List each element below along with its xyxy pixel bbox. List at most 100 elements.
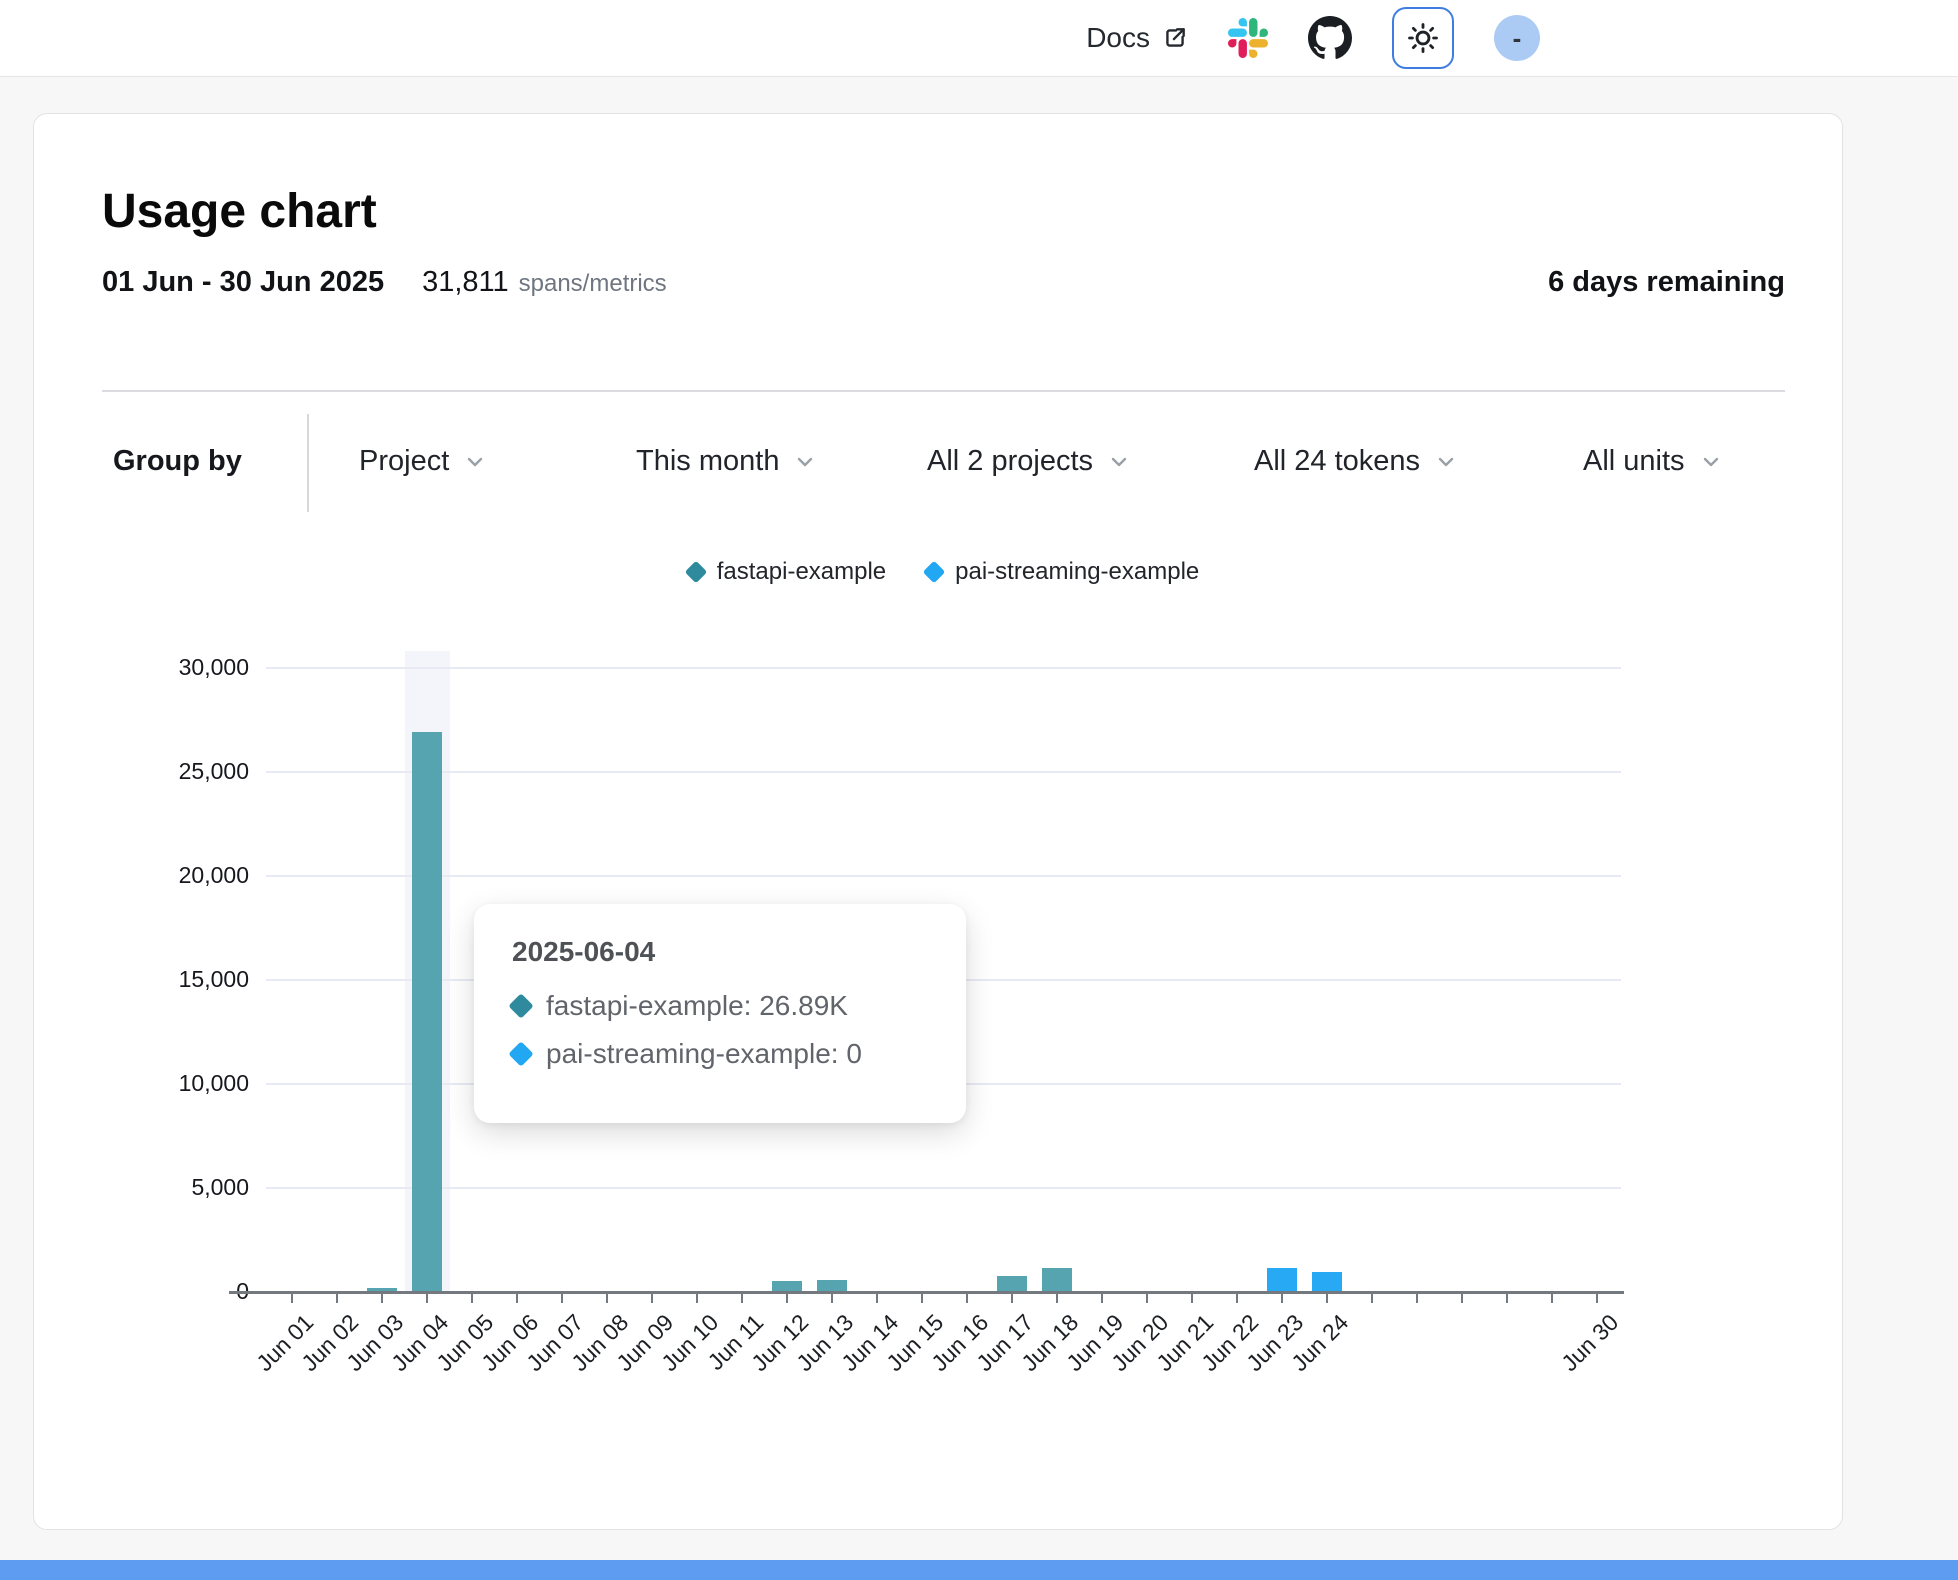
x-axis-tick xyxy=(471,1294,473,1303)
x-axis-tick xyxy=(516,1294,518,1303)
x-axis-tick xyxy=(1506,1294,1508,1303)
x-axis-tick xyxy=(921,1294,923,1303)
x-axis-label: Jun 12 xyxy=(746,1309,814,1377)
x-axis-tick xyxy=(1371,1294,1373,1303)
filter-divider xyxy=(307,414,309,512)
x-axis-tick xyxy=(786,1294,788,1303)
x-axis-tick xyxy=(1236,1294,1238,1303)
github-icon xyxy=(1308,16,1352,60)
x-axis-label: Jun 21 xyxy=(1151,1309,1219,1377)
x-axis-tick xyxy=(1551,1294,1553,1303)
legend: fastapi-example pai-streaming-example xyxy=(266,558,1621,586)
x-axis-tick xyxy=(696,1294,698,1303)
avatar-text: - xyxy=(1513,23,1522,54)
filter-label: This month xyxy=(636,445,779,478)
bar-jun-23-pai-streaming-example[interactable] xyxy=(1267,1268,1297,1291)
usage-card: Usage chart 01 Jun - 30 Jun 2025 31,811 … xyxy=(33,113,1843,1530)
x-axis-tick xyxy=(426,1294,428,1303)
slack-button[interactable] xyxy=(1228,18,1268,58)
x-axis-label: Jun 08 xyxy=(566,1309,634,1377)
y-gridline xyxy=(266,1187,1621,1189)
external-link-icon xyxy=(1162,25,1188,51)
days-remaining-label: 6 days remaining xyxy=(1548,266,1785,299)
x-axis-tick xyxy=(1056,1294,1058,1303)
x-axis-label: Jun 22 xyxy=(1196,1309,1264,1377)
x-axis-tick xyxy=(1461,1294,1463,1303)
x-axis-line xyxy=(229,1291,1624,1294)
x-axis-label: Jun 18 xyxy=(1016,1309,1084,1377)
legend-item-fastapi-example[interactable]: fastapi-example xyxy=(688,558,886,586)
x-axis-label: Jun 11 xyxy=(702,1309,769,1376)
filter-label: All units xyxy=(1583,445,1685,478)
x-axis-tick xyxy=(381,1294,383,1303)
x-axis-label: Jun 13 xyxy=(791,1309,859,1377)
page-title: Usage chart xyxy=(102,184,377,239)
filter-label: All 2 projects xyxy=(927,445,1093,478)
avatar[interactable]: - xyxy=(1494,15,1540,61)
x-axis-tick xyxy=(741,1294,743,1303)
tooltip-row: fastapi-example: 26.89K xyxy=(512,990,928,1022)
x-axis-label: Jun 20 xyxy=(1106,1309,1174,1377)
chevron-down-icon xyxy=(1107,450,1131,474)
docs-link[interactable]: Docs xyxy=(1086,22,1188,54)
x-axis-tick xyxy=(1281,1294,1283,1303)
bar-jun-18-fastapi-example[interactable] xyxy=(1042,1268,1072,1291)
chevron-down-icon xyxy=(1699,450,1723,474)
x-axis-label: Jun 14 xyxy=(836,1309,904,1377)
x-axis-label: Jun 30 xyxy=(1556,1309,1624,1377)
filter-dropdown-project[interactable]: Project xyxy=(359,445,487,478)
theme-toggle-button[interactable] xyxy=(1392,7,1454,69)
x-axis-tick xyxy=(291,1294,293,1303)
chevron-down-icon xyxy=(1434,450,1458,474)
filter-label: All 24 tokens xyxy=(1254,445,1420,478)
y-axis-label: 10,000 xyxy=(74,1070,249,1097)
total-count: 31,811 xyxy=(422,266,509,299)
bar-jun-12-fastapi-example[interactable] xyxy=(772,1281,802,1291)
tooltip-rows: fastapi-example: 26.89Kpai-streaming-exa… xyxy=(512,990,928,1070)
legend-marker-icon xyxy=(684,561,707,584)
x-axis-tick xyxy=(831,1294,833,1303)
slack-icon xyxy=(1228,18,1268,58)
usage-summary-row: 01 Jun - 30 Jun 2025 31,811 spans/metric… xyxy=(102,266,1785,299)
x-axis-label: Jun 10 xyxy=(656,1309,724,1377)
x-axis-tick xyxy=(336,1294,338,1303)
total-unit-label: spans/metrics xyxy=(519,270,667,298)
y-gridline xyxy=(266,667,1621,669)
top-header: Docs xyxy=(0,0,1958,77)
bar-jun-03-fastapi-example[interactable] xyxy=(367,1288,397,1291)
bar-jun-24-pai-streaming-example[interactable] xyxy=(1312,1272,1342,1291)
bar-jun-13-fastapi-example[interactable] xyxy=(817,1280,847,1291)
x-axis-tick xyxy=(606,1294,608,1303)
group-by-label: Group by xyxy=(113,445,242,478)
x-axis-label: Jun 16 xyxy=(926,1309,994,1377)
sun-icon xyxy=(1406,21,1440,55)
x-axis-tick xyxy=(1596,1294,1598,1303)
x-axis-label: Jun 09 xyxy=(611,1309,679,1377)
x-axis-label: Jun 04 xyxy=(386,1309,454,1377)
x-axis-label: Jun 02 xyxy=(296,1309,364,1377)
chevron-down-icon xyxy=(463,450,487,474)
filter-dropdown-this-month[interactable]: This month xyxy=(636,445,817,478)
github-button[interactable] xyxy=(1308,16,1352,60)
y-axis-label: 20,000 xyxy=(74,862,249,889)
x-axis-label: Jun 17 xyxy=(971,1309,1039,1377)
legend-marker-icon xyxy=(923,561,946,584)
x-axis-label: Jun 24 xyxy=(1286,1309,1354,1377)
x-axis-label: Jun 05 xyxy=(431,1309,499,1377)
filter-dropdown-all-units[interactable]: All units xyxy=(1583,445,1723,478)
x-axis-label: Jun 19 xyxy=(1061,1309,1129,1377)
period-label: 01 Jun - 30 Jun 2025 xyxy=(102,266,384,299)
filter-dropdown-all-24-tokens[interactable]: All 24 tokens xyxy=(1254,445,1458,478)
filter-dropdown-all-2-projects[interactable]: All 2 projects xyxy=(927,445,1131,478)
x-axis-tick xyxy=(1146,1294,1148,1303)
x-axis-label: Jun 06 xyxy=(476,1309,544,1377)
x-axis-tick xyxy=(1101,1294,1103,1303)
legend-item-pai-streaming-example[interactable]: pai-streaming-example xyxy=(926,558,1199,586)
x-axis-tick xyxy=(1011,1294,1013,1303)
x-axis-tick xyxy=(966,1294,968,1303)
filter-label: Project xyxy=(359,445,449,478)
x-axis-label: Jun 23 xyxy=(1241,1309,1309,1377)
tooltip-marker-icon xyxy=(508,993,533,1018)
bar-jun-04-fastapi-example[interactable] xyxy=(412,732,442,1291)
bar-jun-17-fastapi-example[interactable] xyxy=(997,1276,1027,1291)
